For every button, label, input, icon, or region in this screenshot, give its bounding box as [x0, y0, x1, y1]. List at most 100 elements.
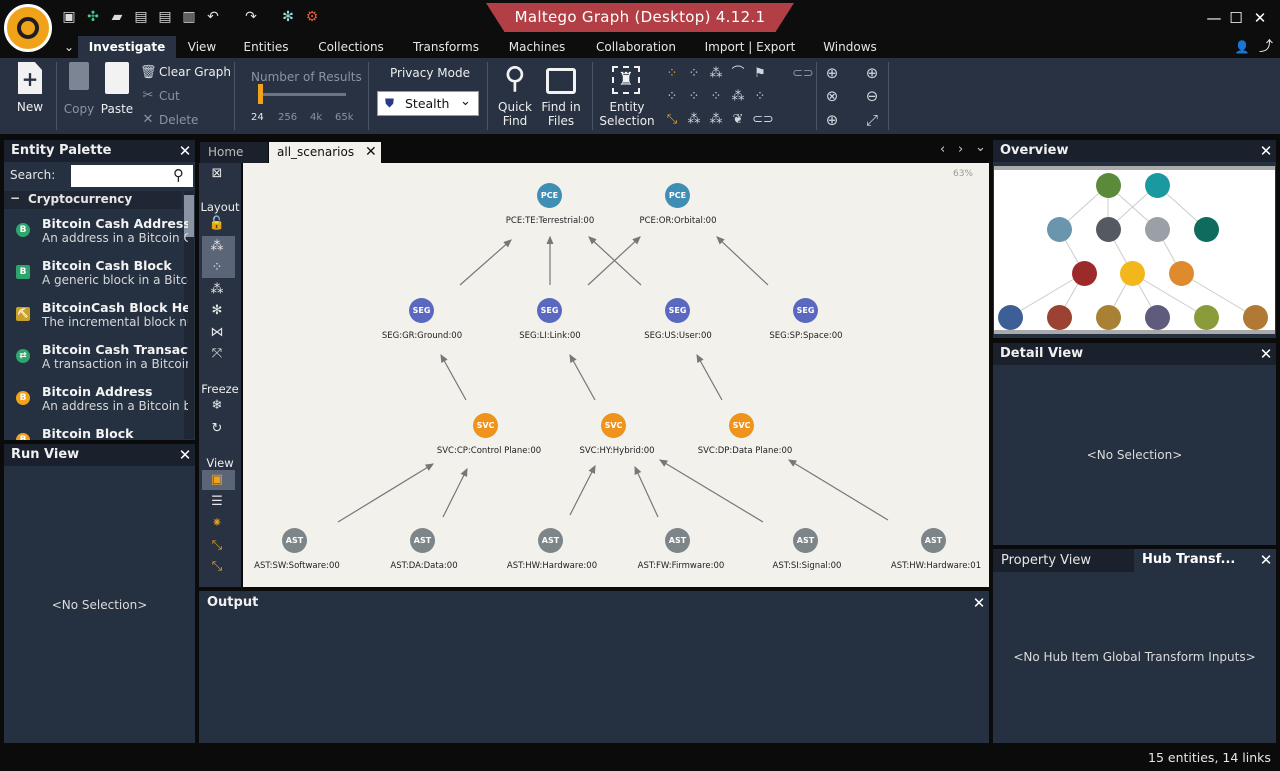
- cut-button[interactable]: Cut: [159, 89, 180, 103]
- tab-property-view[interactable]: Property View: [1001, 553, 1091, 568]
- palette-item[interactable]: ⛏ BitcoinCash Block Height The increment…: [8, 298, 188, 340]
- share-icon[interactable]: ⤴: [1256, 36, 1276, 58]
- palette-item[interactable]: ⇄ Bitcoin Cash Transaction A transaction…: [8, 340, 188, 382]
- privacy-mode-select[interactable]: ⛊ Stealth ⌄: [377, 91, 479, 116]
- select-children-icon[interactable]: ⁘: [686, 66, 702, 82]
- tab-view[interactable]: View: [176, 36, 228, 58]
- palette-item[interactable]: B Bitcoin Block: [8, 424, 186, 440]
- graph-node[interactable]: PCE: [537, 183, 562, 208]
- new-button[interactable]: + New: [14, 62, 46, 120]
- entity-list-icon[interactable]: ⁕: [208, 515, 226, 533]
- fit-view-icon[interactable]: ⊠: [208, 165, 226, 183]
- graph-canvas[interactable]: 63% PCE PCE:TE:Terrestrial:00 PCE PCE:OR…: [243, 163, 989, 587]
- hierarchical-layout-icon[interactable]: ⁘: [208, 259, 226, 277]
- select-cluster-icon[interactable]: ⁂: [730, 89, 746, 105]
- close-icon[interactable]: ✕: [1259, 553, 1273, 568]
- save-icon[interactable]: ▤: [132, 8, 150, 26]
- transform-icon[interactable]: ✣: [84, 8, 102, 26]
- leaf-icon[interactable]: ❦: [730, 112, 746, 128]
- graph-node[interactable]: AST: [410, 528, 435, 553]
- graph-node[interactable]: SEG: [665, 298, 690, 323]
- quick-find-button[interactable]: ⚲ Quick Find: [494, 62, 536, 129]
- bubble-view-icon[interactable]: ☰: [208, 493, 226, 511]
- link-edge[interactable]: [787, 459, 889, 521]
- select-links-icon[interactable]: ⌒: [730, 66, 746, 82]
- undo-icon[interactable]: ↶: [204, 8, 222, 26]
- link-edge[interactable]: [459, 239, 512, 286]
- graph-node[interactable]: AST: [665, 528, 690, 553]
- tab-entities[interactable]: Entities: [236, 36, 296, 58]
- organic-layout-icon[interactable]: ✻: [208, 302, 226, 320]
- user-account-icon[interactable]: 👤: [1232, 36, 1252, 58]
- refresh-icon[interactable]: ↻: [208, 420, 226, 438]
- bookmark-icon[interactable]: ⚑: [752, 66, 768, 82]
- tab-next-icon[interactable]: ›: [958, 142, 963, 157]
- zoom-out-icon[interactable]: ⊖: [864, 88, 880, 104]
- overview-minimap[interactable]: [994, 166, 1275, 334]
- link-edge[interactable]: [588, 236, 642, 286]
- ball-size-icon[interactable]: ⤡: [208, 537, 226, 555]
- link-edge[interactable]: [569, 464, 596, 516]
- tab-collaboration[interactable]: Collaboration: [590, 36, 682, 58]
- close-icon[interactable]: ✕: [1259, 347, 1273, 362]
- link-edge[interactable]: [634, 465, 659, 518]
- spellcheck-icon[interactable]: ▥: [180, 8, 198, 26]
- close-icon[interactable]: ✕: [178, 144, 192, 159]
- tab-investigate[interactable]: Investigate: [78, 36, 176, 58]
- graph-node[interactable]: SVC: [729, 413, 754, 438]
- open-icon[interactable]: ▰: [108, 8, 126, 26]
- paste-button[interactable]: Paste: [98, 62, 136, 124]
- tab-machines[interactable]: Machines: [503, 36, 571, 58]
- zoom-to-fit-icon[interactable]: ⤢: [864, 112, 880, 128]
- tab-collections[interactable]: Collections: [311, 36, 391, 58]
- clear-graph-button[interactable]: Clear Graph: [159, 65, 231, 79]
- lock-icon[interactable]: 🔓: [208, 215, 226, 233]
- zoom-fit-icon[interactable]: ⊗: [824, 88, 840, 104]
- tab-home[interactable]: Home: [200, 142, 268, 163]
- graph-node[interactable]: PCE: [665, 183, 690, 208]
- category-header[interactable]: − Cryptocurrency: [4, 191, 182, 209]
- graph-node[interactable]: AST: [793, 528, 818, 553]
- link-edge[interactable]: [569, 353, 596, 401]
- select-leaves-icon[interactable]: ⁘: [686, 89, 702, 105]
- select-neighbors-icon[interactable]: ⁂: [708, 66, 724, 82]
- close-window-icon[interactable]: ✕: [1250, 8, 1270, 28]
- main-view-icon[interactable]: ▣: [208, 471, 226, 489]
- select-hierarchy-icon[interactable]: ⁂: [708, 112, 724, 128]
- tab-all-scenarios[interactable]: all_scenarios ✕: [269, 142, 381, 163]
- redo-icon[interactable]: ↷: [242, 8, 260, 26]
- link-edge[interactable]: [337, 463, 435, 523]
- tree-layout-icon[interactable]: ⁂: [208, 281, 226, 299]
- close-icon[interactable]: ✕: [1259, 144, 1273, 159]
- link-edge[interactable]: [440, 353, 467, 401]
- graph-node[interactable]: AST: [282, 528, 307, 553]
- minimize-icon[interactable]: —: [1204, 8, 1224, 28]
- graph-node[interactable]: SVC: [473, 413, 498, 438]
- graph-node[interactable]: SEG: [409, 298, 434, 323]
- link-edge[interactable]: [442, 467, 468, 518]
- select-parents-icon[interactable]: ⁘: [664, 66, 680, 82]
- link-icon[interactable]: ⊂⊃: [792, 66, 814, 82]
- copy-button[interactable]: Copy: [62, 62, 96, 124]
- maltego-logo[interactable]: [4, 4, 52, 52]
- select-all-icon[interactable]: ⁘: [664, 89, 680, 105]
- select-path-icon[interactable]: ⁘: [752, 89, 768, 105]
- graph-node[interactable]: SEG: [793, 298, 818, 323]
- find-in-files-button[interactable]: Find in Files: [538, 62, 584, 128]
- link-edge[interactable]: [716, 236, 769, 286]
- interactive-layout-icon[interactable]: ⤧: [208, 345, 226, 363]
- select-edge-icon[interactable]: ⤡: [664, 112, 680, 128]
- palette-item[interactable]: B Bitcoin Cash Address An address in a B…: [8, 214, 188, 256]
- menu-collapse-icon[interactable]: ⌄: [60, 36, 78, 58]
- block-layout-icon[interactable]: ⁂: [208, 238, 226, 256]
- select-branch-icon[interactable]: ⁘: [708, 89, 724, 105]
- chain-icon[interactable]: ⊂⊃: [752, 112, 774, 128]
- hub-icon[interactable]: ✻: [279, 8, 297, 26]
- tab-import-export[interactable]: Import | Export: [700, 36, 800, 58]
- zoom-in-icon[interactable]: ⊕: [824, 65, 840, 81]
- freeze-icon[interactable]: ❄: [208, 397, 226, 415]
- link-edge[interactable]: [696, 353, 723, 401]
- results-slider-track[interactable]: [258, 93, 346, 96]
- graph-node[interactable]: SVC: [601, 413, 626, 438]
- close-icon[interactable]: ✕: [178, 448, 192, 463]
